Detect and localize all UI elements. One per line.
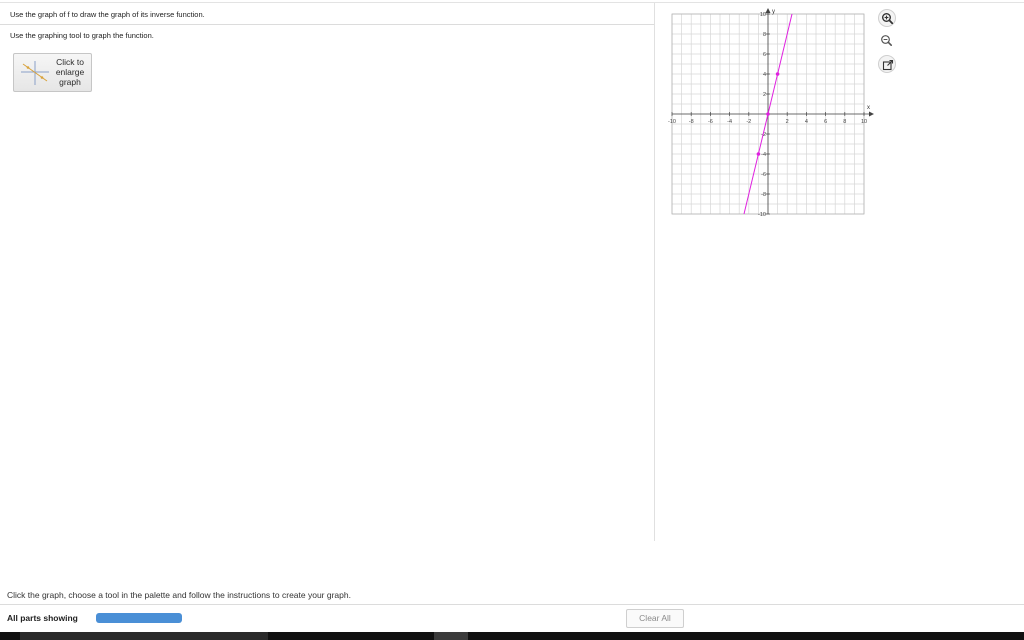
y-tick-label: -4 (761, 152, 766, 158)
x-tick-label: 8 (843, 119, 846, 125)
x-tick-label: 2 (786, 119, 789, 125)
question-divider (0, 24, 654, 25)
function-point (756, 152, 761, 156)
panel-divider (654, 3, 655, 541)
x-tick-label: -6 (708, 119, 713, 125)
zoom-out-icon[interactable] (878, 32, 896, 50)
x-tick-label: 6 (824, 119, 827, 125)
y-axis-label: y (772, 9, 775, 15)
taskbar-item[interactable] (20, 632, 268, 640)
x-tick-label: 4 (805, 119, 808, 125)
instruction-text: Use the graphing tool to graph the funct… (10, 31, 154, 40)
x-tick-label: -2 (746, 119, 751, 125)
taskbar-item[interactable] (434, 632, 468, 640)
x-tick-label: -10 (668, 119, 676, 125)
x-tick-label: -4 (727, 119, 732, 125)
parts-progress-bar[interactable] (96, 613, 182, 623)
y-tick-label: 4 (763, 72, 766, 78)
enlarge-graph-label: Click to enlarge graph (55, 57, 85, 87)
enlarge-graph-button[interactable]: Click to enlarge graph (13, 53, 92, 92)
top-divider (0, 2, 1024, 3)
y-tick-label: 6 (763, 52, 766, 58)
y-tick-label: -6 (761, 172, 766, 178)
graph-thumbnail-icon (21, 61, 49, 85)
x-tick-label: -8 (689, 119, 694, 125)
x-axis-arrow (869, 111, 874, 117)
all-parts-label: All parts showing (7, 613, 78, 623)
popout-icon[interactable] (878, 55, 896, 73)
y-tick-label: 2 (763, 92, 766, 98)
y-tick-label: 10 (760, 12, 766, 18)
function-graph[interactable]: xy-10 -8 -6 -4 -2 2 4 6 8 10108642-2-4-6-8-10 (668, 8, 874, 220)
x-tick-label: 10 (861, 119, 867, 125)
graph-hint-text: Click the graph, choose a tool in the pa… (7, 590, 351, 600)
function-point (766, 112, 770, 116)
taskbar (0, 632, 1024, 640)
x-axis-label: x (867, 105, 870, 111)
y-tick-label: -10 (758, 212, 766, 218)
y-tick-label: -8 (761, 192, 766, 198)
question-text: Use the graph of f to draw the graph of … (10, 10, 205, 19)
zoom-in-icon[interactable] (878, 9, 896, 27)
clear-all-button[interactable]: Clear All (626, 609, 684, 628)
y-tick-label: 8 (763, 32, 766, 38)
function-point (775, 72, 780, 76)
footer-divider (0, 604, 1024, 605)
y-axis-arrow (765, 8, 771, 13)
